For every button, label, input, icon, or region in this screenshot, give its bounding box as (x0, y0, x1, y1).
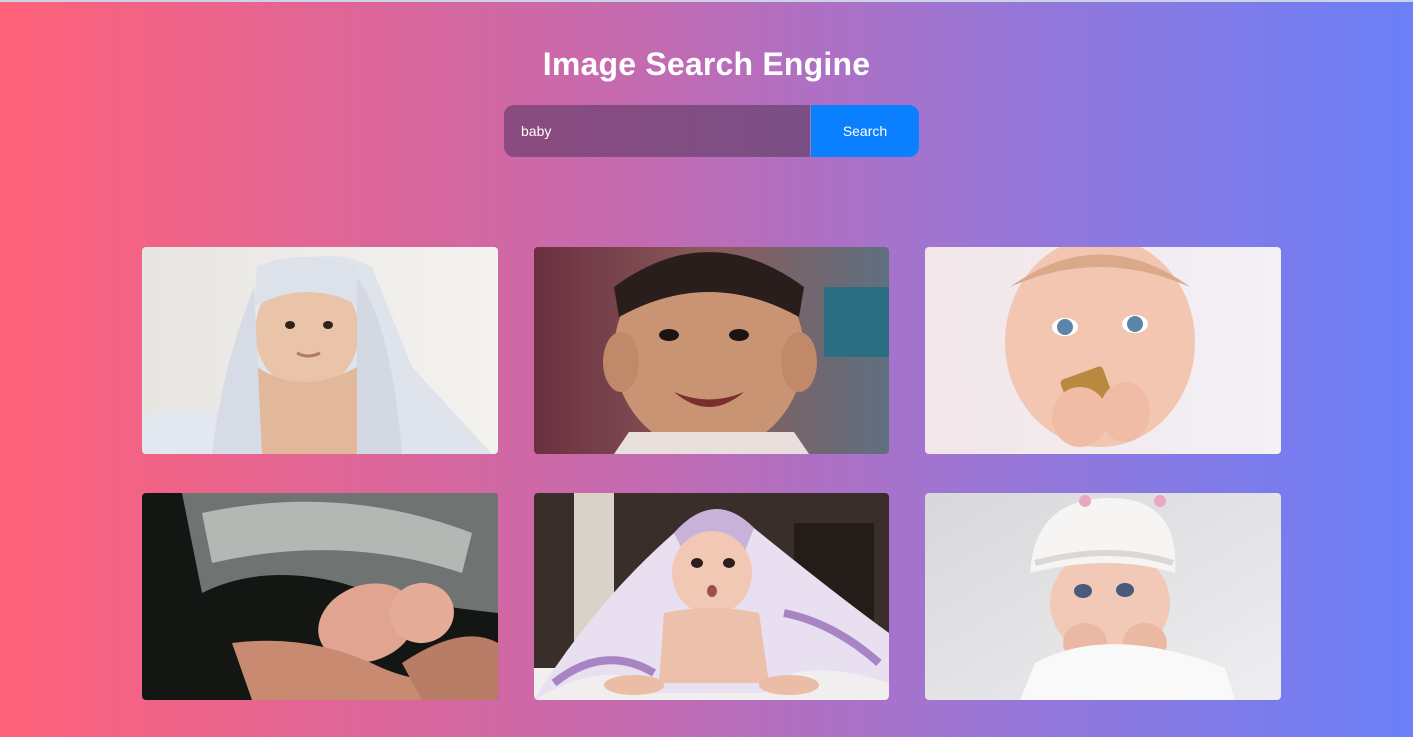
baby-photo-1 (142, 247, 498, 454)
baby-photo-6 (925, 493, 1281, 700)
search-form: Search (504, 105, 919, 157)
results-grid (142, 247, 1281, 700)
result-image-3[interactable] (925, 247, 1281, 454)
search-button[interactable]: Search (810, 105, 919, 157)
result-image-5[interactable] (534, 493, 889, 700)
baby-photo-2 (534, 247, 889, 454)
baby-photo-4 (142, 493, 498, 700)
page-title: Image Search Engine (542, 46, 871, 82)
result-image-1[interactable] (142, 247, 498, 454)
result-image-6[interactable] (925, 493, 1281, 700)
result-image-4[interactable] (142, 493, 498, 700)
baby-photo-5 (534, 493, 889, 700)
baby-photo-3 (925, 247, 1281, 454)
search-input[interactable] (504, 105, 810, 157)
result-image-2[interactable] (534, 247, 889, 454)
top-border (0, 0, 1413, 2)
